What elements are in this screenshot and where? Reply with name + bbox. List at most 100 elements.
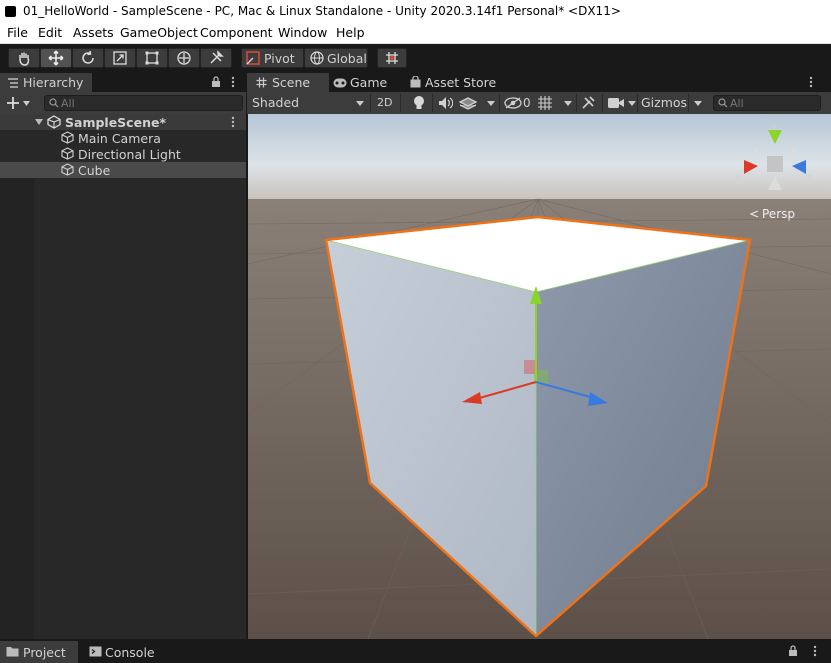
pivot-label: Pivot [264,51,295,66]
menu-component[interactable]: Component [200,25,273,40]
globe-icon [310,51,324,65]
camera-dropdown-icon[interactable] [628,101,636,106]
divider [370,94,371,112]
projection-label: Persp [762,207,795,221]
scene-search-input[interactable] [730,96,816,110]
divider [499,94,500,112]
gamepad-icon [333,78,347,88]
custom-tool-icon [210,50,224,64]
tab-scene[interactable]: Scene [247,73,329,92]
chevron-down-icon [356,101,364,106]
hand-tool-icon [19,52,30,66]
tab-project[interactable]: Project [0,641,78,663]
scene-name: SampleScene* [65,115,166,130]
unity-logo-icon [5,6,16,17]
scene-render: y x z Persp [248,114,831,639]
hierarchy-gutter [0,178,34,639]
tab-hierarchy[interactable]: Hierarchy [0,73,92,92]
chevron-down-icon [694,101,702,106]
gizmo-center-cube[interactable] [767,156,783,172]
hierarchy-panel: Hierarchy SampleScene* Main Camera Direc… [0,73,247,639]
toggle-2d-label: 2D [377,96,393,109]
lock-icon[interactable] [788,645,798,657]
scene-more-icon[interactable] [231,116,235,128]
rect-tool-button[interactable] [136,48,168,68]
create-dropdown[interactable] [4,94,34,112]
scene-panel: Scene Game Asset Store Shaded 2D 0 Gizmo… [247,73,831,639]
custom-tool-button[interactable] [200,48,232,68]
scene-tab-bar: Scene Game Asset Store [247,73,831,92]
scene-visibility-toggle[interactable]: 0 [503,94,533,112]
menu-file[interactable]: File [7,25,28,40]
game-tab-label: Game [350,75,388,90]
title-bar: 01_HelloWorld - SampleScene - PC, Mac & … [0,0,831,23]
divider [432,94,433,112]
unity-scene-icon [47,115,61,129]
plus-icon [7,97,19,109]
menu-edit[interactable]: Edit [38,25,62,40]
hierarchy-search-field[interactable] [44,95,243,111]
move-tool-icon [48,50,64,66]
global-toggle[interactable]: Global [304,48,368,68]
camera-icon[interactable] [607,97,625,109]
hierarchy-toolbar [0,92,246,115]
hierarchy-item[interactable]: Main Camera [0,130,246,146]
hierarchy-item[interactable]: Directional Light [0,146,246,162]
gizmo-x-label: x [735,173,741,183]
pivot-toggle[interactable]: Pivot [241,48,304,68]
gizmos-dropdown[interactable]: Gizmos [638,92,706,114]
hierarchy-item-label: Directional Light [78,147,181,162]
console-icon [89,646,102,657]
hierarchy-search-input[interactable] [61,96,238,110]
scale-tool-icon [113,51,127,65]
rect-tool-icon [145,51,159,65]
grid-snap-button[interactable] [377,48,407,68]
chevron-down-icon [23,101,30,106]
hand-tool-button[interactable] [8,48,40,68]
rotate-tool-button[interactable] [72,48,104,68]
scene-toolbar: Shaded 2D 0 Gizmos [247,92,831,115]
tab-console[interactable]: Console [82,641,162,663]
asset-store-tab-label: Asset Store [425,75,497,90]
global-label: Global [327,51,367,66]
move-tool-button[interactable] [40,48,72,68]
menu-bar: File Edit Assets GameObject Component Wi… [0,23,831,44]
scene-search-field[interactable] [713,95,821,111]
menu-assets[interactable]: Assets [73,25,114,40]
effects-dropdown-icon[interactable] [487,101,495,106]
divider [400,94,401,112]
scene-root-row[interactable]: SampleScene* [0,114,246,130]
scene-more-options-icon[interactable] [809,76,813,88]
grid-dropdown-icon[interactable] [564,101,572,106]
menu-gameobject[interactable]: GameObject [120,25,198,40]
tab-asset-store[interactable]: Asset Store [407,73,517,92]
grid-snap-icon [386,52,398,64]
grid-icon[interactable] [537,95,553,111]
audio-speaker-icon[interactable] [437,95,453,111]
more-options-icon[interactable] [231,76,235,88]
console-tab-label: Console [105,645,155,660]
skybox [248,114,831,199]
draw-mode-dropdown[interactable]: Shaded [247,92,369,114]
menu-help[interactable]: Help [336,25,365,40]
eye-hidden-icon [504,97,522,109]
menu-window[interactable]: Window [278,25,327,40]
toggle-2d-button[interactable]: 2D [373,94,397,112]
lightbulb-icon[interactable] [412,95,426,111]
transform-tool-button[interactable] [168,48,200,68]
search-icon [718,98,728,108]
transform-tool-icon [177,51,191,65]
scene-viewport[interactable]: y x z Persp [248,114,831,639]
bottom-tab-bar: Project Console [0,639,831,663]
hierarchy-item-selected[interactable]: Cube [0,162,246,178]
tools-icon[interactable] [581,96,595,110]
more-options-icon[interactable] [813,645,817,657]
lock-icon[interactable] [211,76,221,88]
scene-tab-label: Scene [272,75,311,90]
tab-game[interactable]: Game [331,73,401,92]
gizmo-z-label: z [807,173,812,183]
scale-tool-button[interactable] [104,48,136,68]
effects-layers-icon[interactable] [459,95,477,111]
divider [602,94,603,112]
expand-arrow-icon[interactable] [35,118,43,126]
